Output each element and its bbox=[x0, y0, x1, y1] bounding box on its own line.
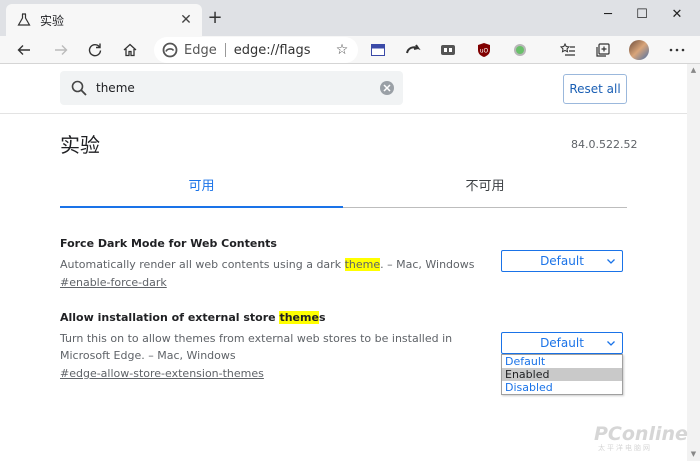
address-bar[interactable]: Edge edge://flags ☆ bbox=[154, 37, 358, 63]
refresh-button[interactable] bbox=[82, 38, 108, 62]
dropdown-option-enabled[interactable]: Enabled bbox=[502, 368, 622, 381]
search-highlight: theme bbox=[279, 311, 319, 324]
favorite-star-icon[interactable]: ☆ bbox=[332, 42, 352, 58]
page-scrollbar[interactable]: ▲ ▼ bbox=[687, 64, 700, 461]
favorites-list-icon[interactable] bbox=[555, 38, 581, 62]
flag-item: Allow installation of external store the… bbox=[60, 311, 480, 382]
select-dropdown-list: Default Enabled Disabled bbox=[501, 354, 623, 395]
flask-icon bbox=[16, 12, 32, 28]
new-tab-button[interactable]: + bbox=[205, 9, 225, 29]
flag-description: Automatically render all web contents us… bbox=[60, 258, 475, 271]
extension-green-dot-icon[interactable] bbox=[512, 42, 528, 58]
forward-button[interactable] bbox=[48, 38, 74, 62]
scroll-up-icon[interactable]: ▲ bbox=[689, 66, 698, 75]
search-highlight: theme bbox=[344, 258, 381, 271]
flag-state-select[interactable]: Default bbox=[501, 332, 623, 354]
omnibox-divider bbox=[224, 43, 226, 57]
search-icon bbox=[70, 79, 88, 97]
chevron-down-icon bbox=[606, 337, 616, 347]
extension-arrow-icon[interactable] bbox=[405, 42, 421, 58]
tab-unavailable[interactable]: 不可用 bbox=[343, 172, 627, 208]
flag-item: Force Dark Mode for Web Contents Automat… bbox=[60, 237, 480, 291]
dropdown-option-disabled[interactable]: Disabled bbox=[502, 381, 622, 394]
scroll-down-icon[interactable]: ▼ bbox=[689, 450, 698, 459]
flag-anchor-link[interactable]: #edge-allow-store-extension-themes bbox=[60, 366, 480, 382]
page-title: 实验 bbox=[60, 133, 100, 157]
tab-available[interactable]: 可用 bbox=[60, 172, 343, 208]
reset-all-button[interactable]: Reset all bbox=[563, 74, 627, 104]
back-button[interactable] bbox=[11, 38, 37, 62]
chevron-down-icon bbox=[606, 255, 616, 265]
dropdown-option-default[interactable]: Default bbox=[502, 355, 622, 368]
extension-collections-icon[interactable] bbox=[440, 42, 456, 58]
clear-search-icon[interactable] bbox=[379, 80, 395, 96]
watermark-logo: PConline bbox=[594, 423, 688, 445]
home-button[interactable] bbox=[117, 38, 143, 62]
search-box[interactable] bbox=[60, 71, 403, 105]
flag-description: Turn this on to allow themes from extern… bbox=[60, 332, 453, 362]
browser-tab-active[interactable]: 实验 ✕ bbox=[6, 4, 202, 36]
watermark-subtitle: 太平洋电脑网 bbox=[598, 444, 652, 452]
collections-icon[interactable] bbox=[590, 38, 616, 62]
select-value: Default bbox=[540, 336, 584, 350]
url-text[interactable]: edge://flags bbox=[234, 43, 332, 58]
tab-strip: 实验 ✕ + ─ ☐ ✕ bbox=[0, 0, 700, 36]
flags-search-header: Reset all bbox=[0, 64, 687, 114]
close-tab-icon[interactable]: ✕ bbox=[176, 10, 196, 30]
ublock-icon[interactable]: uO bbox=[476, 42, 492, 58]
version-label: 84.0.522.52 bbox=[571, 138, 638, 151]
profile-avatar[interactable] bbox=[629, 40, 649, 60]
omnibox-brand-label: Edge bbox=[184, 42, 217, 58]
close-window-button[interactable]: ✕ bbox=[654, 0, 700, 28]
tab-title: 实验 bbox=[40, 13, 65, 28]
browser-toolbar: Edge edge://flags ☆ uO bbox=[0, 36, 700, 64]
flag-state-select[interactable]: Default bbox=[501, 250, 623, 272]
extension-window-icon[interactable] bbox=[370, 42, 386, 58]
flag-title: Force Dark Mode for Web Contents bbox=[60, 237, 277, 250]
flag-anchor-link[interactable]: #enable-force-dark bbox=[60, 275, 480, 291]
search-input[interactable] bbox=[96, 81, 379, 95]
flag-title: Allow installation of external store the… bbox=[60, 311, 326, 324]
edge-logo-icon bbox=[162, 42, 178, 58]
more-menu-icon[interactable] bbox=[664, 38, 690, 62]
svg-text:uO: uO bbox=[480, 48, 489, 55]
select-value: Default bbox=[540, 254, 584, 268]
flags-tab-row: 可用 不可用 bbox=[60, 172, 627, 208]
